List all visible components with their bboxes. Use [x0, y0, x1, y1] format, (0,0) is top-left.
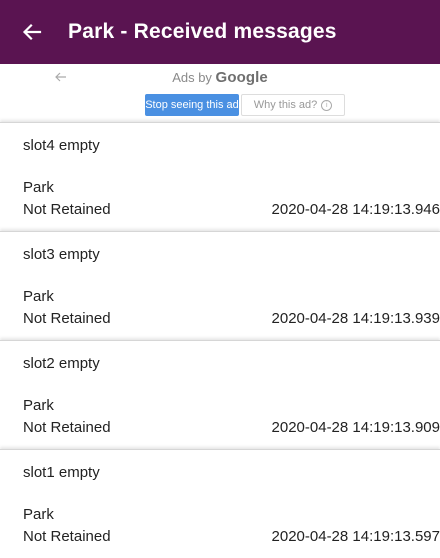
message-payload: Park — [23, 288, 54, 305]
why-this-ad-label: Why this ad? — [253, 99, 318, 111]
info-icon: i — [321, 99, 333, 111]
message-payload: Park — [23, 506, 54, 523]
app-bar: Park - Received messages — [0, 0, 440, 64]
message-item[interactable]: slot3 empty Park Not Retained 2020-04-28… — [0, 231, 440, 340]
message-timestamp: 2020-04-28 14:19:13.597 — [271, 528, 440, 545]
message-topic: slot3 empty — [23, 246, 100, 263]
message-topic: slot4 empty — [23, 137, 100, 154]
message-timestamp: 2020-04-28 14:19:13.946 — [271, 201, 440, 218]
message-timestamp: 2020-04-28 14:19:13.909 — [271, 419, 440, 436]
google-brand: Google — [215, 69, 268, 86]
stop-seeing-ad-button[interactable]: Stop seeing this ad — [145, 94, 239, 116]
why-this-ad-button[interactable]: Why this ad? i — [241, 94, 345, 116]
message-payload: Park — [23, 397, 54, 414]
page-title: Park - Received messages — [68, 20, 337, 43]
message-timestamp: 2020-04-28 14:19:13.939 — [271, 310, 440, 327]
message-retained: Not Retained — [23, 201, 111, 218]
message-item[interactable]: slot1 empty Park Not Retained 2020-04-28… — [0, 449, 440, 558]
stop-seeing-ad-label: Stop seeing this ad — [145, 99, 239, 111]
message-list: slot4 empty Park Not Retained 2020-04-28… — [0, 122, 440, 558]
arrow-back-icon — [22, 23, 42, 41]
message-retained: Not Retained — [23, 528, 111, 545]
message-retained: Not Retained — [23, 310, 111, 327]
message-topic: slot1 empty — [23, 464, 100, 481]
ad-label-prefix: Ads by — [172, 70, 216, 85]
message-retained: Not Retained — [23, 419, 111, 436]
back-button[interactable] — [0, 0, 64, 64]
ad-banner: Ads by Google Stop seeing this ad Why th… — [0, 64, 440, 122]
ad-label: Ads by Google — [0, 69, 440, 86]
message-item[interactable]: slot2 empty Park Not Retained 2020-04-28… — [0, 340, 440, 449]
message-payload: Park — [23, 179, 54, 196]
message-topic: slot2 empty — [23, 355, 100, 372]
message-item[interactable]: slot4 empty Park Not Retained 2020-04-28… — [0, 122, 440, 231]
